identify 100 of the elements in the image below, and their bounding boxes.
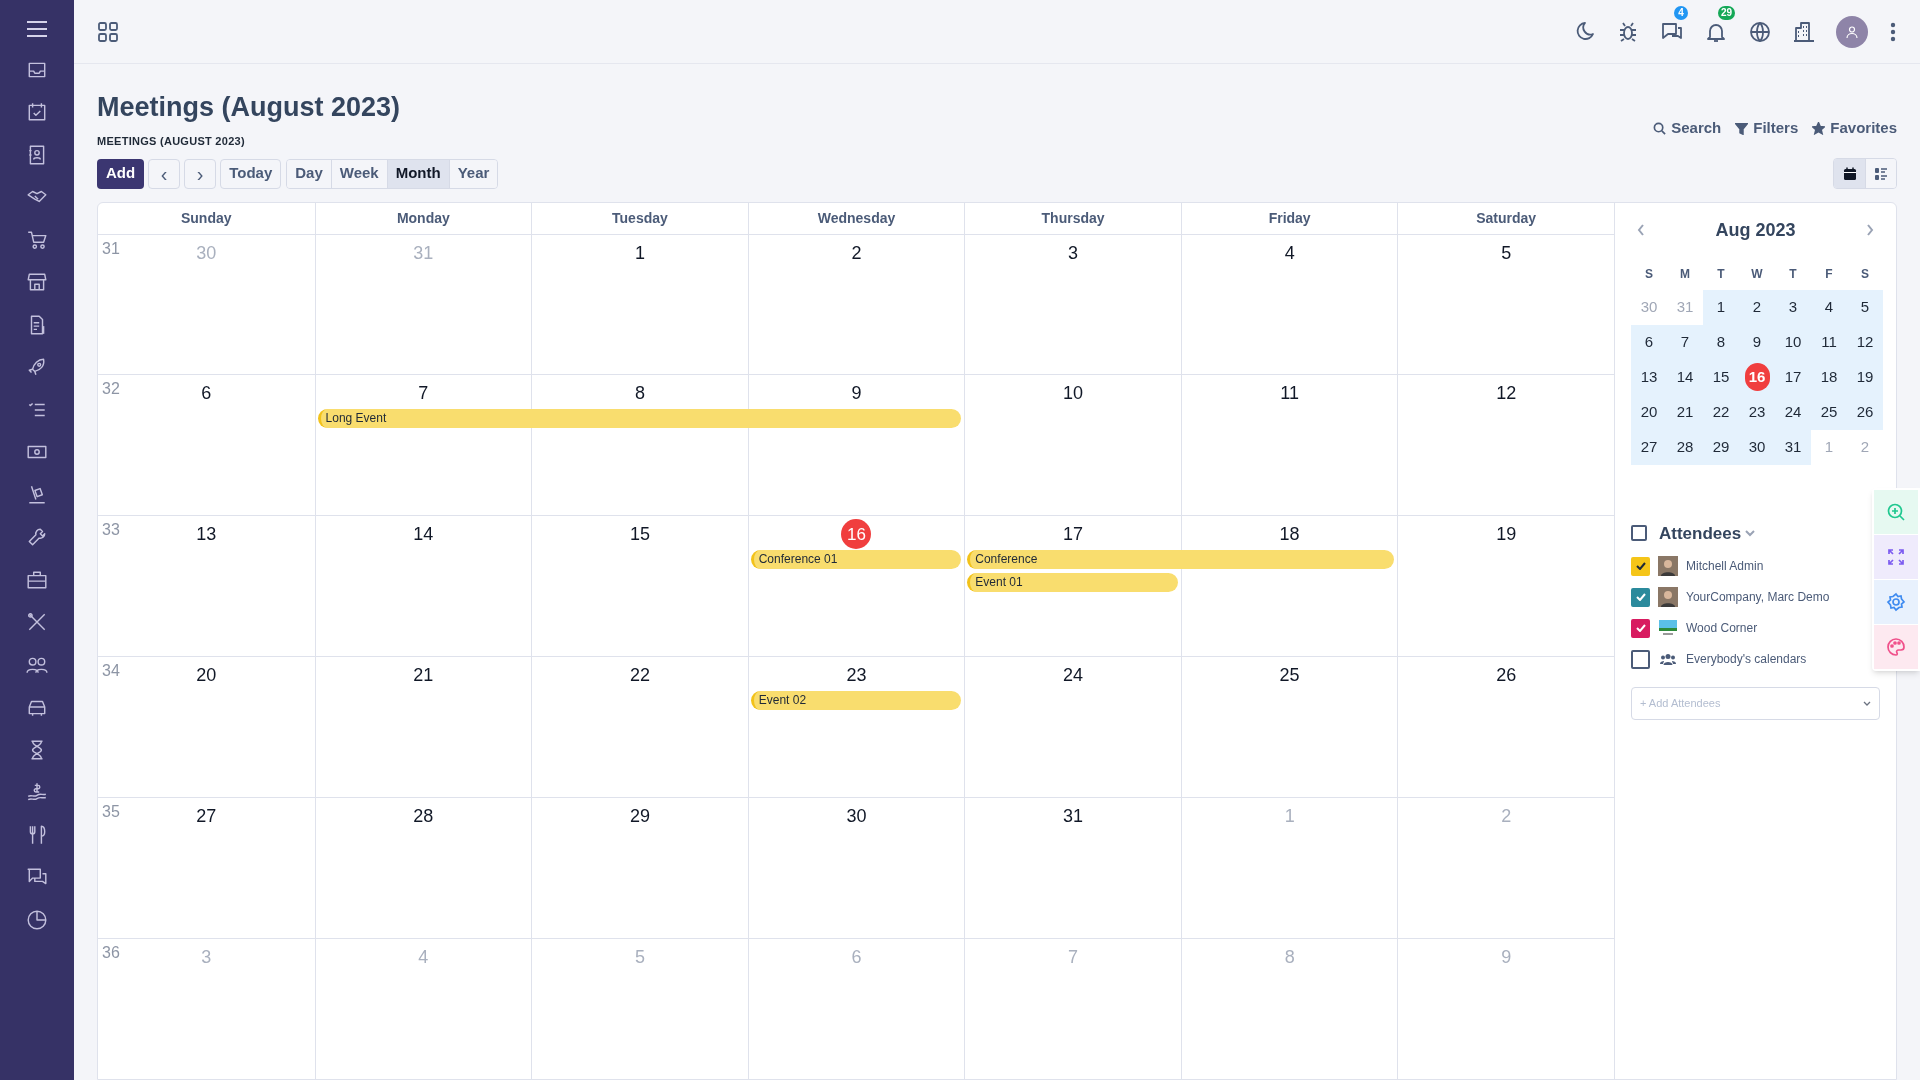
date-cell[interactable]: 1: [1703, 289, 1739, 325]
day-number[interactable]: 18: [1279, 521, 1300, 548]
day-number[interactable]: 19: [1496, 521, 1517, 548]
date-cell[interactable]: 20: [1631, 394, 1667, 430]
day-number[interactable]: 26: [1496, 662, 1517, 689]
weekday-header: Saturday: [1476, 208, 1537, 228]
date-cell[interactable]: 23: [1739, 394, 1775, 430]
day-number[interactable]: 5: [1501, 239, 1512, 266]
money-icon[interactable]: [26, 781, 48, 803]
date-cell[interactable]: 3: [1775, 289, 1811, 325]
menu-icon[interactable]: [26, 20, 48, 38]
date-cell[interactable]: 6: [1631, 324, 1667, 360]
search-toggle[interactable]: Search: [1653, 117, 1722, 140]
day-number[interactable]: 15: [629, 521, 650, 548]
date-cell[interactable]: 11: [1811, 324, 1847, 360]
date-cell[interactable]: 8: [1703, 324, 1739, 360]
date-cell[interactable]: 16: [1739, 359, 1775, 395]
day-number[interactable]: 9: [851, 380, 862, 407]
scale-tab[interactable]: Month: [386, 159, 449, 188]
globe-icon[interactable]: [1748, 19, 1772, 44]
day-number[interactable]: 7: [418, 380, 429, 407]
date-cell[interactable]: 5: [1847, 289, 1883, 325]
scale-tab[interactable]: Year: [448, 159, 498, 188]
checkbox[interactable]: [1631, 649, 1650, 669]
day-number[interactable]: 23: [846, 662, 867, 689]
date-cell[interactable]: 22: [1703, 394, 1739, 430]
date-cell[interactable]: 17: [1775, 359, 1811, 395]
event-bar[interactable]: Conference 01: [750, 550, 962, 570]
day-number[interactable]: 27: [196, 803, 217, 830]
day-number[interactable]: 31: [1063, 803, 1084, 830]
weekday-header: Wednesday: [817, 208, 896, 228]
date-cell[interactable]: 7: [1667, 324, 1703, 360]
gear-tool-button[interactable]: [1874, 580, 1918, 624]
date-cell[interactable]: 25: [1811, 394, 1847, 430]
building-icon[interactable]: [1792, 19, 1816, 44]
list-view-button[interactable]: [1865, 159, 1896, 188]
event-bar[interactable]: Event 02: [750, 691, 962, 711]
day-number[interactable]: 6: [201, 380, 212, 407]
date-cell[interactable]: 9: [1739, 324, 1775, 360]
palette-tool-button[interactable]: [1874, 625, 1918, 669]
day-number[interactable]: 4: [1284, 239, 1295, 266]
checkbox[interactable]: [1631, 587, 1650, 607]
day-number[interactable]: 21: [413, 662, 434, 689]
event-bar[interactable]: Long Event: [317, 409, 962, 429]
event-bar[interactable]: Event 01: [967, 573, 1178, 593]
date-cell[interactable]: 10: [1775, 324, 1811, 360]
expand-tool-button[interactable]: [1874, 535, 1918, 579]
date-cell[interactable]: 14: [1667, 359, 1703, 395]
add-button[interactable]: Add: [97, 158, 145, 189]
date-cell[interactable]: 29: [1703, 429, 1739, 465]
date-cell[interactable]: 19: [1847, 359, 1883, 395]
day-number[interactable]: 28: [413, 803, 434, 830]
date-cell[interactable]: 13: [1631, 359, 1667, 395]
store-icon[interactable]: [26, 271, 48, 293]
day-number[interactable]: 25: [1279, 662, 1300, 689]
day-number[interactable]: 12: [1496, 380, 1517, 407]
attendees-heading[interactable]: Attendees: [1659, 520, 1742, 546]
date-cell[interactable]: 18: [1811, 359, 1847, 395]
filter-toggle[interactable]: Filters: [1735, 117, 1799, 140]
day-number[interactable]: 2: [851, 239, 862, 266]
calendar-view-button[interactable]: [1834, 159, 1865, 188]
day-number[interactable]: 16: [841, 519, 872, 550]
pie-icon[interactable]: [26, 908, 48, 931]
today-button[interactable]: Today: [220, 158, 282, 189]
day-number[interactable]: 17: [1063, 521, 1084, 548]
chevron-down-icon[interactable]: [1863, 701, 1871, 706]
day-number[interactable]: 1: [634, 239, 645, 266]
event-bar[interactable]: Conference: [967, 550, 1395, 570]
apps-icon[interactable]: [98, 21, 118, 42]
date-cell[interactable]: 27: [1631, 429, 1667, 465]
checkbox[interactable]: [1631, 618, 1650, 638]
date-cell[interactable]: 26: [1847, 394, 1883, 430]
day-number[interactable]: 3: [1068, 239, 1079, 266]
date-cell[interactable]: 31: [1775, 429, 1811, 465]
day-number[interactable]: 20: [196, 662, 217, 689]
day-number[interactable]: 22: [629, 662, 650, 689]
day-number[interactable]: 8: [634, 380, 645, 407]
wrench-icon[interactable]: [26, 526, 48, 548]
date-cell[interactable]: 24: [1775, 394, 1811, 430]
date-cell[interactable]: 28: [1667, 429, 1703, 465]
more-icon[interactable]: [1890, 21, 1896, 42]
avatar[interactable]: [1836, 15, 1868, 48]
day-number[interactable]: 30: [846, 803, 867, 830]
day-number[interactable]: 24: [1063, 662, 1084, 689]
previous-button[interactable]: ‹: [148, 158, 181, 189]
date-cell[interactable]: 21: [1667, 394, 1703, 430]
date-cell[interactable]: 30: [1739, 429, 1775, 465]
star-toggle[interactable]: Favorites: [1812, 117, 1897, 140]
day-number[interactable]: 11: [1280, 380, 1299, 407]
date-cell[interactable]: 4: [1811, 289, 1847, 325]
date-cell[interactable]: 15: [1703, 359, 1739, 395]
calendar-icon[interactable]: [26, 101, 48, 123]
day-number[interactable]: 13: [196, 521, 217, 548]
day-number[interactable]: 29: [629, 803, 650, 830]
checkbox[interactable]: [1631, 525, 1647, 542]
date-cell[interactable]: 2: [1739, 289, 1775, 325]
date-cell[interactable]: 12: [1847, 324, 1883, 360]
day-number[interactable]: 14: [413, 521, 434, 548]
day-number[interactable]: 10: [1063, 380, 1084, 407]
next-button[interactable]: ›: [184, 158, 217, 189]
